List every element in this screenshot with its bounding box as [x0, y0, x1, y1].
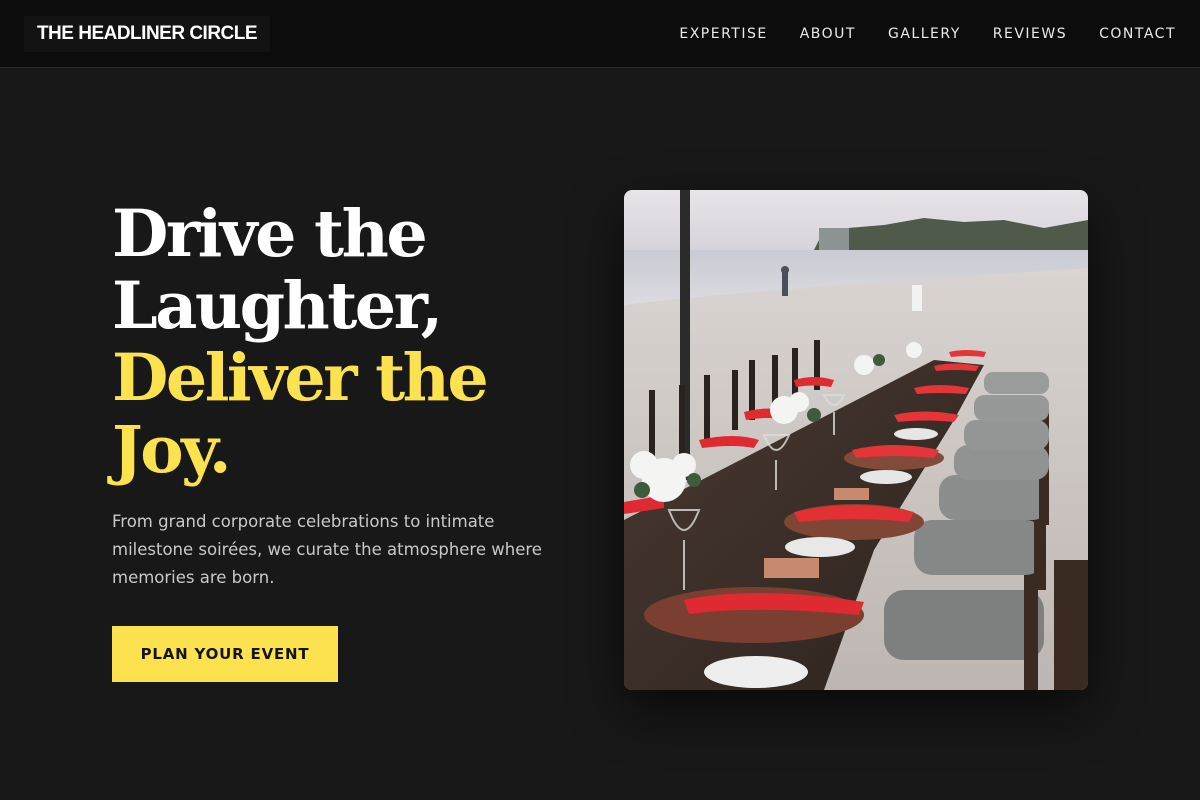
headline-line-2: Laughter, — [112, 268, 443, 344]
headline-line-1: Drive the — [112, 196, 428, 272]
nav-link-about[interactable]: ABOUT — [800, 26, 856, 42]
nav-link-gallery[interactable]: GALLERY — [888, 26, 961, 42]
nav-links: EXPERTISE ABOUT GALLERY REVIEWS CONTACT — [679, 0, 1176, 68]
hero-subtext: From grand corporate celebrations to int… — [112, 512, 542, 587]
nav-link-contact[interactable]: CONTACT — [1099, 26, 1176, 42]
headline-line-4: Joy. — [112, 412, 232, 488]
hero-text: Drive the Laughter, Deliver the Joy. Fro… — [112, 198, 582, 592]
hero-headline: Drive the Laughter, Deliver the Joy. — [112, 198, 582, 486]
hero-image — [624, 190, 1088, 690]
nav-link-reviews[interactable]: REVIEWS — [993, 26, 1067, 42]
headline-line-3: Deliver the — [112, 340, 489, 416]
navbar: THE HEADLINER CIRCLE EXPERTISE ABOUT GAL… — [0, 0, 1200, 68]
brand-logo[interactable]: THE HEADLINER CIRCLE — [24, 16, 270, 52]
plan-event-button[interactable]: PLAN YOUR EVENT — [112, 626, 338, 682]
nav-link-expertise[interactable]: EXPERTISE — [679, 26, 767, 42]
